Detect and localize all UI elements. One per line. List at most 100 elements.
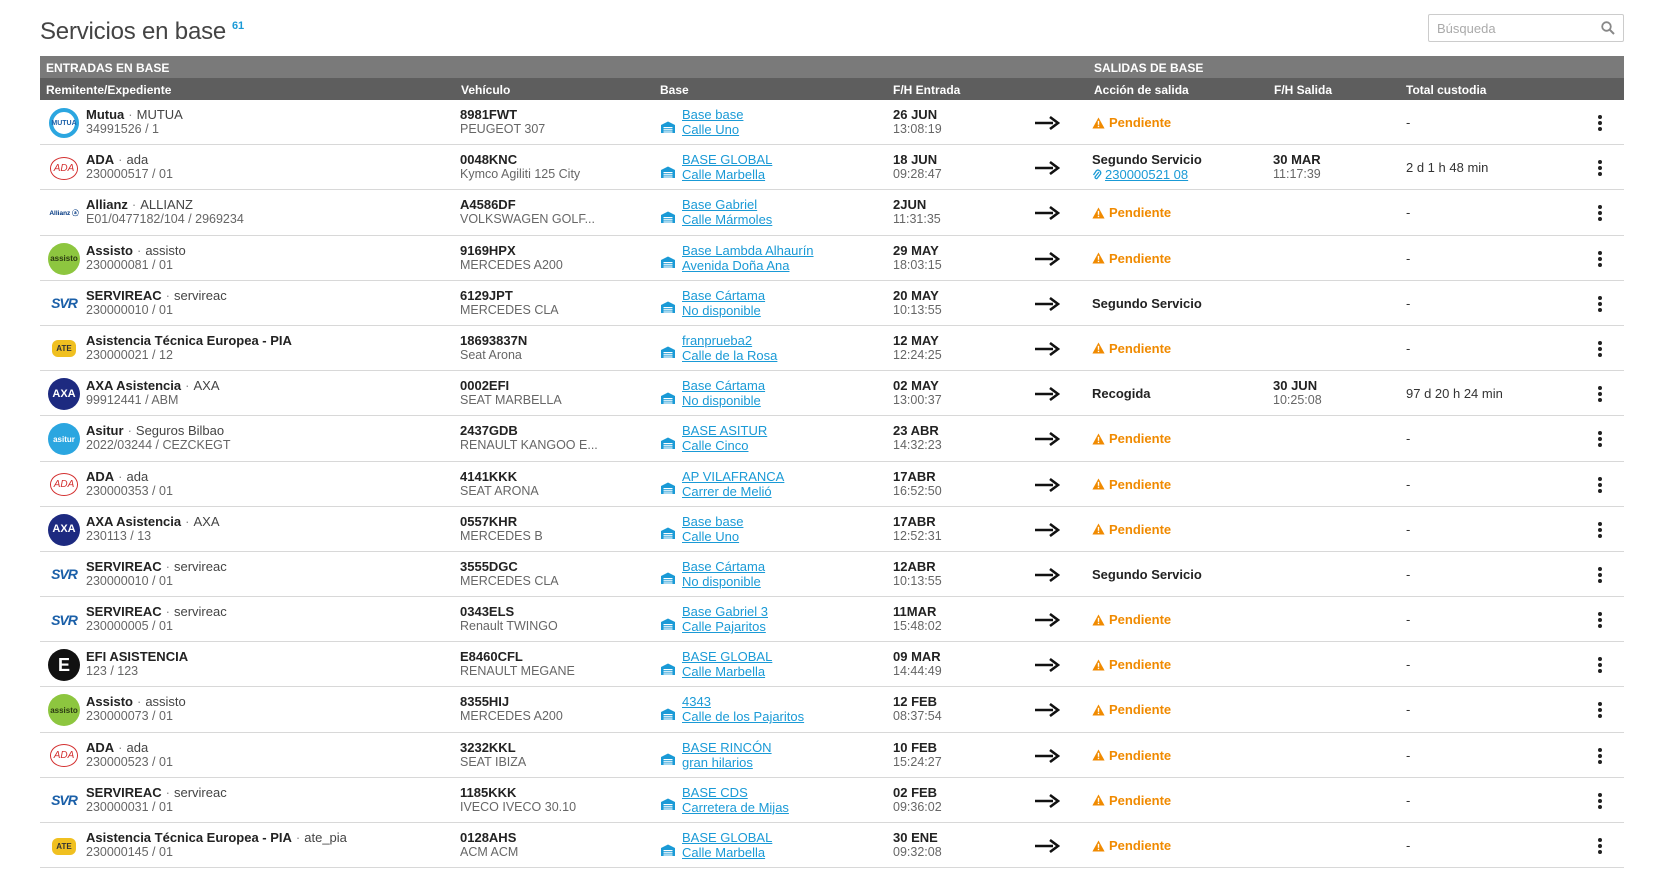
vehicle-model: PEUGEOT 307	[460, 122, 546, 136]
more-vertical-icon[interactable]	[1595, 520, 1605, 540]
more-vertical-icon[interactable]	[1595, 746, 1605, 766]
col-exit[interactable]: F/H Salida	[1274, 83, 1332, 97]
base-address-link[interactable]: Calle Marbella	[682, 664, 772, 679]
more-vertical-icon[interactable]	[1595, 429, 1605, 449]
table-row[interactable]: ATE Asistencia Técnica Europea - PIA 23000…	[40, 325, 1624, 372]
base-address-link[interactable]: Carrer de Melió	[682, 484, 784, 499]
base-name-link[interactable]: franprueba2	[682, 333, 777, 348]
col-action[interactable]: Acción de salida	[1094, 83, 1189, 97]
vehicle-plate: 8981FWT	[460, 107, 518, 122]
more-vertical-icon[interactable]	[1595, 655, 1605, 675]
base-cell: AP VILAFRANCA Carrer de Melió	[660, 469, 870, 499]
table-row[interactable]: Allianz ⓐ Allianz · ALLIANZ E01/0477182/104 …	[40, 190, 1624, 236]
table-row[interactable]: assisto Assisto · assisto 230000073 / 01 8355…	[40, 687, 1624, 733]
base-name-link[interactable]: BASE GLOBAL	[682, 649, 772, 664]
vehicle-plate: 18693837N	[460, 332, 528, 348]
col-total[interactable]: Total custodia	[1406, 83, 1486, 97]
table-row[interactable]: SVR SERVIREAC · servireac 230000031 / 01 1185…	[40, 777, 1624, 823]
garage-icon	[661, 572, 675, 585]
vehicle-cell: 8981FWT PEUGEOT 307	[460, 107, 640, 137]
insurer-logo: AXA	[48, 513, 80, 546]
base-address-link[interactable]: gran hilarios	[682, 755, 772, 770]
more-vertical-icon[interactable]	[1595, 339, 1605, 359]
base-name-link[interactable]: BASE ASITUR	[682, 423, 767, 438]
more-vertical-icon[interactable]	[1595, 836, 1605, 856]
base-name-link[interactable]: Base Cártama	[682, 559, 765, 574]
base-name-link[interactable]: Base Gabriel 3	[682, 604, 768, 619]
logo-text: AXA	[52, 387, 76, 400]
col-sender[interactable]: Remitente/Expediente	[46, 83, 171, 97]
garage-icon	[661, 166, 675, 178]
vehicle-cell: 6129JPT MERCEDES CLA	[460, 288, 640, 318]
exit-action-cell: Pendiente	[1092, 423, 1272, 446]
table-row[interactable]: ADA ADA · ada 230000523 / 01 3232KKL SEAT IBIZ…	[40, 732, 1624, 778]
base-address-link[interactable]: Calle Pajaritos	[682, 619, 768, 634]
base-name-link[interactable]: BASE GLOBAL	[682, 152, 772, 167]
base-address-link[interactable]: No disponible	[682, 303, 765, 318]
more-vertical-icon[interactable]	[1595, 249, 1605, 269]
table-row[interactable]: SVR SERVIREAC · servireac 230000010 / 01 3555…	[40, 551, 1624, 598]
table-row[interactable]: MUTUA Mutua · MUTUA 34991526 / 1 8981FWT PEUGE…	[40, 100, 1624, 146]
more-vertical-icon[interactable]	[1595, 610, 1605, 630]
base-address-link[interactable]: Calle de los Pajaritos	[682, 709, 804, 724]
base-name-link[interactable]: BASE GLOBAL	[682, 830, 772, 845]
base-name-link[interactable]: BASE CDS	[682, 785, 789, 800]
base-address-link[interactable]: Calle Mármoles	[682, 212, 772, 227]
insurer-logo: SVR	[48, 784, 80, 817]
table-row[interactable]: SVR SERVIREAC · servireac 230000010 / 01 6129…	[40, 280, 1624, 326]
base-name-link[interactable]: Base Cártama	[682, 378, 765, 393]
table-row[interactable]: ATE Asistencia Técnica Europea - PIA · ate_…	[40, 823, 1624, 869]
linked-service-link[interactable]: 230000521 08	[1092, 167, 1272, 182]
more-vertical-icon[interactable]	[1595, 113, 1605, 133]
table-row[interactable]: E EFI ASISTENCIA 123 / 123 E8460CFL RENAULT …	[40, 642, 1624, 688]
base-address-link[interactable]: No disponible	[682, 393, 765, 408]
base-address-link[interactable]: Carretera de Mijas	[682, 800, 789, 815]
arrow-right-icon	[1035, 748, 1060, 763]
more-vertical-icon[interactable]	[1595, 700, 1605, 720]
more-vertical-icon[interactable]	[1595, 294, 1605, 314]
insurer-logo: ATE	[48, 830, 80, 862]
logo-text: SVR	[51, 566, 78, 583]
search-input[interactable]	[1429, 15, 1589, 41]
col-base[interactable]: Base	[660, 83, 689, 97]
base-name-link[interactable]: Base Lambda Alhaurín	[682, 243, 814, 258]
entry-date: 2JUN	[893, 197, 927, 213]
base-name-link[interactable]: Base base	[682, 107, 743, 122]
custody-total: -	[1406, 250, 1411, 266]
more-vertical-icon[interactable]	[1595, 203, 1605, 223]
insurer-alias: AXA	[193, 513, 220, 529]
base-name-link[interactable]: 4343	[682, 694, 804, 709]
more-vertical-icon[interactable]	[1595, 475, 1605, 495]
col-entry[interactable]: F/H Entrada	[893, 83, 960, 97]
base-address-link[interactable]: Calle Marbella	[682, 845, 772, 860]
separator-dot: ·	[165, 287, 170, 303]
base-address-link[interactable]: Calle Marbella	[682, 167, 772, 182]
base-address-link[interactable]: Calle Cinco	[682, 438, 767, 453]
more-vertical-icon[interactable]	[1595, 158, 1605, 178]
vehicle-model: Seat Arona	[460, 347, 522, 362]
more-vertical-icon[interactable]	[1595, 791, 1605, 811]
base-address-link[interactable]: Avenida Doña Ana	[682, 258, 814, 273]
col-vehicle[interactable]: Vehículo	[461, 83, 510, 97]
table-row[interactable]: AXA AXA Asistencia · AXA 99912441 / ABM 0002E…	[40, 371, 1624, 417]
base-address-link[interactable]: Calle Uno	[682, 122, 743, 137]
table-row[interactable]: ADA ADA · ada 230000353 / 01 4141KKK SEAT ARON…	[40, 461, 1624, 507]
insurer-name: EFI ASISTENCIA	[86, 649, 189, 665]
table-row[interactable]: AXA AXA Asistencia · AXA 230113 / 13 0557KHR M…	[40, 506, 1624, 552]
base-name-link[interactable]: AP VILAFRANCA	[682, 469, 784, 484]
table-row[interactable]: assisto Assisto · assisto 230000081 / 01 9169…	[40, 235, 1624, 281]
base-address-link[interactable]: Calle Uno	[682, 529, 743, 544]
base-name-link[interactable]: Base Cártama	[682, 288, 765, 303]
base-address-link[interactable]: Calle de la Rosa	[682, 348, 777, 363]
base-address-link[interactable]: No disponible	[682, 574, 765, 589]
table-row[interactable]: ADA ADA · ada 230000517 / 01 0048KNC Kymco Agi…	[40, 145, 1624, 191]
more-vertical-icon[interactable]	[1595, 384, 1605, 404]
exit-datetime: 30 JUN 10:25:08	[1273, 378, 1383, 408]
more-vertical-icon[interactable]	[1595, 565, 1605, 585]
base-name-link[interactable]: Base base	[682, 514, 743, 529]
base-name-link[interactable]: BASE RINCÓN	[682, 740, 772, 755]
table-row[interactable]: SVR SERVIREAC · servireac 230000005 / 01 0343…	[40, 597, 1624, 643]
base-name-link[interactable]: Base Gabriel	[682, 197, 772, 212]
table-row[interactable]: asitur Asitur · Seguros Bilbao 2022/03244 / …	[40, 416, 1624, 462]
search-icon[interactable]	[1601, 21, 1615, 35]
